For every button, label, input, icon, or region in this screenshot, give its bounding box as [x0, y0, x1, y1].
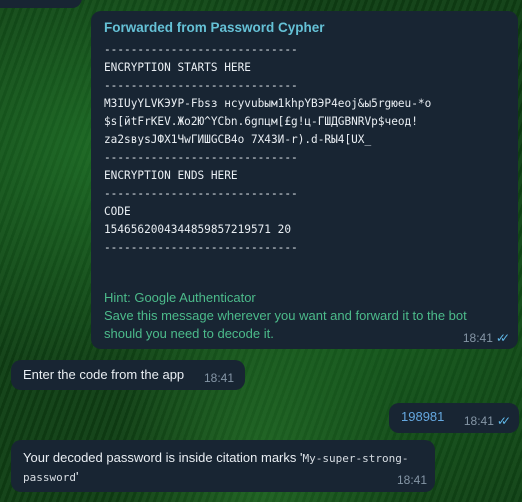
decoded-text-after: ' — [75, 469, 79, 484]
forwarded-message-bubble[interactable]: Forwarded from Password Cypher ---------… — [91, 11, 518, 349]
message-time: 18:41 — [462, 331, 493, 345]
hint-body: Save this message wherever you want and … — [104, 308, 467, 341]
encrypted-line-12: ----------------------------- — [104, 241, 298, 254]
message-meta: 18:41 ✓✓ — [464, 414, 511, 428]
encrypted-line-8: ENCRYPTION ENDS HERE — [104, 169, 238, 182]
password-code-part2[interactable]: password — [23, 471, 76, 484]
decoded-password-text: Your decoded password is inside citation… — [23, 449, 433, 487]
outgoing-message-bubble[interactable]: 198981 18:41 ✓✓ — [389, 403, 519, 433]
message-meta: 18:41 — [204, 371, 234, 385]
message-time: 18:41 — [463, 414, 494, 428]
decoded-text-before: Your decoded password is inside citation… — [23, 450, 303, 465]
message-meta: 18:41 ✓✓ — [463, 331, 510, 345]
encrypted-line-9: ----------------------------- — [104, 187, 298, 200]
password-code-part1[interactable]: My-super-strong- — [302, 452, 408, 465]
encrypted-line-10: CODE — [104, 205, 131, 218]
encrypted-line-2: ENCRYPTION STARTS HERE — [104, 61, 251, 74]
incoming-message-bubble[interactable]: Enter the code from the app 18:41 — [11, 360, 245, 390]
double-check-icon: ✓✓ — [495, 331, 510, 345]
hint-block: Hint: Google Authenticator Save this mes… — [104, 289, 504, 343]
hint-title: Hint: Google Authenticator — [104, 290, 256, 305]
encrypted-line-1: ----------------------------- — [104, 43, 298, 56]
encrypted-line-4: МЗIUyYLVKЭУP-Fbsз нсyvubым1khpYBЭP4eoj&ы… — [104, 97, 432, 110]
message-text: Enter the code from the app — [23, 367, 185, 382]
code-link[interactable]: 198981 — [401, 409, 444, 424]
incoming-message-bubble[interactable]: Your decoded password is inside citation… — [11, 440, 435, 492]
encrypted-line-5: $s[йtFrKEV.Жо2Ю^YCbn.6gпцм[£g!ц-ГШДGBNRV… — [104, 115, 418, 128]
previous-message-bubble — [0, 0, 82, 8]
forwarded-from-header[interactable]: Forwarded from Password Cypher — [104, 20, 505, 36]
encrypted-line-3: ----------------------------- — [104, 79, 298, 92]
message-time: 18:41 — [203, 371, 234, 385]
double-check-icon: ✓✓ — [496, 414, 511, 428]
message-time: 18:41 — [396, 473, 427, 487]
encrypted-line-7: ----------------------------- — [104, 151, 298, 164]
message-meta: 18:41 — [397, 473, 427, 487]
encrypted-line-11: 1546562004344859857219571 20 — [104, 223, 292, 236]
encrypted-line-6: za2sвysJФХ1ЧwГИШGCB4о 7Х43И-r).d-RЫ4[UX_ — [104, 133, 372, 146]
